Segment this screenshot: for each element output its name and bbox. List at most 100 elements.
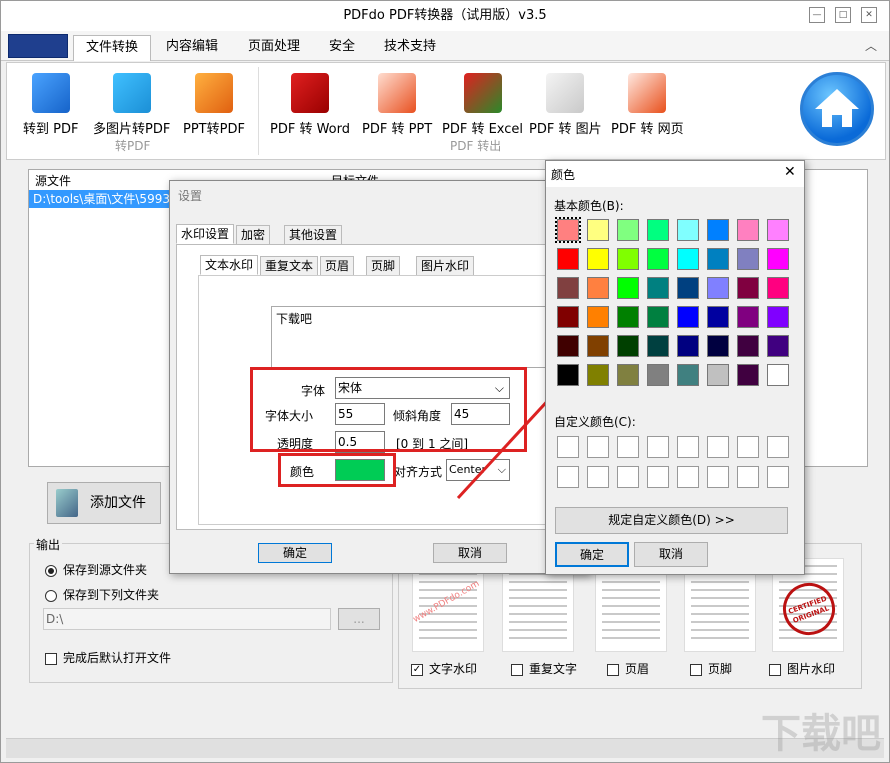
color-swatch[interactable] xyxy=(737,248,759,270)
color-swatch[interactable] xyxy=(647,248,669,270)
pdf-to-image-button[interactable]: PDF 转 图片 xyxy=(529,73,602,137)
color-swatch[interactable] xyxy=(647,219,669,241)
define-custom-colors-button[interactable]: 规定自定义颜色(D) >> xyxy=(555,507,788,534)
open-after-checkbox[interactable]: 完成后默认打开文件 xyxy=(45,649,171,666)
color-swatch[interactable] xyxy=(767,277,789,299)
color-swatch[interactable] xyxy=(677,248,699,270)
color-swatch[interactable] xyxy=(707,219,729,241)
custom-color-slot[interactable] xyxy=(617,466,639,488)
custom-color-slot[interactable] xyxy=(737,466,759,488)
color-ok-button[interactable]: 确定 xyxy=(555,542,629,567)
subtab-repeat-text[interactable]: 重复文本 xyxy=(260,256,319,276)
color-swatch[interactable] xyxy=(587,306,609,328)
custom-color-slot[interactable] xyxy=(767,436,789,458)
color-swatch[interactable] xyxy=(737,364,759,386)
custom-color-slot[interactable] xyxy=(617,436,639,458)
subtab-image-watermark[interactable]: 图片水印 xyxy=(416,256,475,276)
color-swatch[interactable] xyxy=(555,217,581,243)
text-watermark-checkbox[interactable]: ✓ 文字水印 xyxy=(411,660,477,677)
collapse-ribbon-icon[interactable]: ︿ xyxy=(865,37,877,54)
color-swatch[interactable] xyxy=(557,364,579,386)
subtab-footer[interactable]: 页脚 xyxy=(366,256,401,276)
maximize-icon[interactable]: □ xyxy=(835,7,851,23)
color-swatch[interactable] xyxy=(587,364,609,386)
custom-color-slot[interactable] xyxy=(677,466,699,488)
source-column-header[interactable]: 源文件 xyxy=(35,172,71,189)
custom-color-slot[interactable] xyxy=(647,466,669,488)
color-swatch[interactable] xyxy=(737,306,759,328)
color-swatch[interactable] xyxy=(767,219,789,241)
close-icon[interactable]: ✕ xyxy=(784,164,796,180)
menu-security[interactable]: 安全 xyxy=(317,35,367,61)
tab-other-settings[interactable]: 其他设置 xyxy=(284,225,343,245)
color-swatch[interactable] xyxy=(677,277,699,299)
home-button[interactable] xyxy=(800,72,874,146)
custom-color-slot[interactable] xyxy=(587,436,609,458)
table-row[interactable]: D:\tools\桌面\文件\5993ec xyxy=(29,190,179,208)
color-swatch[interactable] xyxy=(617,248,639,270)
subtab-header[interactable]: 页眉 xyxy=(320,256,355,276)
color-swatch[interactable] xyxy=(587,248,609,270)
multi-image-to-pdf-button[interactable]: 多图片转PDF xyxy=(93,73,170,137)
color-swatch[interactable] xyxy=(617,306,639,328)
custom-color-slot[interactable] xyxy=(587,466,609,488)
custom-color-slot[interactable] xyxy=(737,436,759,458)
color-swatch[interactable] xyxy=(737,219,759,241)
color-swatch[interactable] xyxy=(707,277,729,299)
color-swatch[interactable] xyxy=(707,364,729,386)
close-icon[interactable]: ✕ xyxy=(861,7,877,23)
custom-color-slot[interactable] xyxy=(557,466,579,488)
color-swatch[interactable] xyxy=(587,277,609,299)
color-swatch[interactable] xyxy=(647,364,669,386)
color-swatch[interactable] xyxy=(707,335,729,357)
save-folder-radio[interactable]: 保存到下列文件夹 xyxy=(45,586,159,603)
minimize-icon[interactable]: — xyxy=(809,7,825,23)
image-watermark-checkbox[interactable]: 图片水印 xyxy=(769,660,835,677)
color-swatch[interactable] xyxy=(677,364,699,386)
custom-color-slot[interactable] xyxy=(767,466,789,488)
header-checkbox[interactable]: 页眉 xyxy=(607,660,649,677)
browse-button[interactable]: ... xyxy=(338,608,380,630)
color-swatch[interactable] xyxy=(737,277,759,299)
color-swatch[interactable] xyxy=(617,335,639,357)
color-swatch[interactable] xyxy=(587,219,609,241)
color-swatch[interactable] xyxy=(707,248,729,270)
color-swatch[interactable] xyxy=(617,219,639,241)
color-cancel-button[interactable]: 取消 xyxy=(634,542,708,567)
ppt-to-pdf-button[interactable]: PPT转PDF xyxy=(183,73,245,137)
tab-encrypt[interactable]: 加密 xyxy=(236,225,271,245)
custom-color-slot[interactable] xyxy=(707,466,729,488)
settings-ok-button[interactable]: 确定 xyxy=(258,543,332,563)
custom-color-slot[interactable] xyxy=(707,436,729,458)
color-swatch[interactable] xyxy=(677,219,699,241)
color-swatch[interactable] xyxy=(557,335,579,357)
color-swatch[interactable] xyxy=(647,335,669,357)
custom-color-slot[interactable] xyxy=(647,436,669,458)
subtab-text-watermark[interactable]: 文本水印 xyxy=(200,255,259,275)
footer-checkbox[interactable]: 页脚 xyxy=(690,660,732,677)
save-source-radio[interactable]: 保存到源文件夹 xyxy=(45,561,147,578)
pdf-to-excel-button[interactable]: PDF 转 Excel xyxy=(442,73,523,137)
color-swatch[interactable] xyxy=(767,335,789,357)
color-swatch[interactable] xyxy=(557,277,579,299)
pdf-to-ppt-button[interactable]: PDF 转 PPT xyxy=(362,73,432,137)
color-swatch[interactable] xyxy=(617,364,639,386)
repeat-text-checkbox[interactable]: 重复文字 xyxy=(511,660,577,677)
menu-file-convert[interactable]: 文件转换 xyxy=(73,35,152,61)
pdf-to-word-button[interactable]: PDF 转 Word xyxy=(270,73,350,137)
to-pdf-button[interactable]: 转到 PDF xyxy=(23,73,78,137)
color-swatch[interactable] xyxy=(767,364,789,386)
custom-color-slot[interactable] xyxy=(557,436,579,458)
color-swatch[interactable] xyxy=(557,248,579,270)
color-swatch[interactable] xyxy=(767,248,789,270)
color-swatch[interactable] xyxy=(557,306,579,328)
color-swatch[interactable] xyxy=(617,277,639,299)
settings-cancel-button[interactable]: 取消 xyxy=(433,543,507,563)
tab-watermark-settings[interactable]: 水印设置 xyxy=(176,224,235,244)
menu-content-edit[interactable]: 内容编辑 xyxy=(154,35,230,61)
color-swatch[interactable] xyxy=(647,306,669,328)
menu-tech-support[interactable]: 技术支持 xyxy=(372,35,448,61)
color-swatch[interactable] xyxy=(587,335,609,357)
pdf-to-html-button[interactable]: PDF 转 网页 xyxy=(611,73,684,137)
output-path-input[interactable]: D:\ xyxy=(43,608,331,630)
